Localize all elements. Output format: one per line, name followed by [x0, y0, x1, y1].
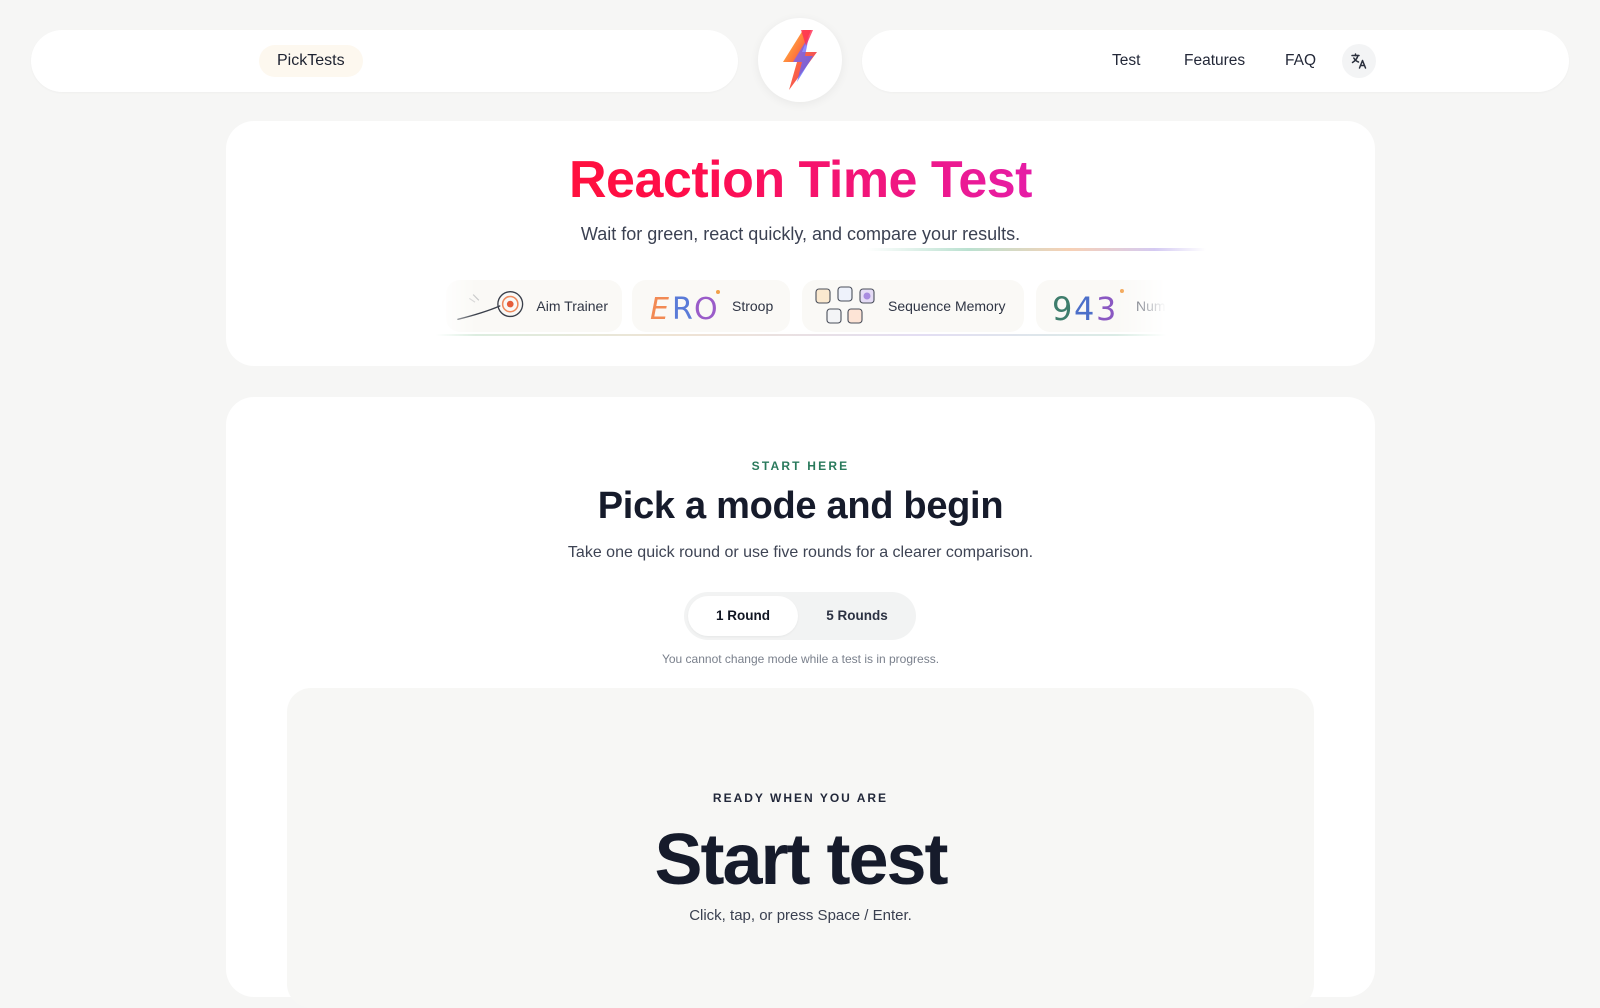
section-subtitle: Take one quick round or use five rounds …: [567, 544, 1034, 561]
header-left-bar: PickTests: [31, 30, 738, 92]
nav-link-test[interactable]: Test: [1112, 50, 1140, 72]
subtitle-underline: [866, 248, 1206, 251]
logo[interactable]: [758, 18, 842, 102]
number-icon: 9 4 3: [1052, 289, 1124, 326]
mode-button-1-round[interactable]: 1 Round: [688, 596, 798, 636]
lightning-bolt-icon: [783, 30, 817, 90]
chip-label: Sequence Memory: [888, 298, 1006, 314]
nav-link-features[interactable]: Features: [1184, 50, 1245, 72]
main-nav: Test Features FAQ: [862, 30, 1569, 92]
translate-icon: [1351, 53, 1367, 69]
nav-link-faq[interactable]: FAQ: [1285, 50, 1316, 72]
svg-text:O: O: [694, 292, 718, 326]
page-subtitle: Wait for green, react quickly, and compa…: [580, 224, 1021, 244]
svg-text:9: 9: [1052, 290, 1072, 326]
site-header: PickTests Test Features FAQ: [0, 0, 1600, 110]
stroop-icon: E R O: [650, 290, 720, 326]
strip-divider: [436, 334, 1166, 336]
svg-text:R: R: [672, 292, 693, 326]
related-tests-strip[interactable]: Aim Trainer E R O Stroop Sequence Memory: [436, 276, 1166, 338]
test-kicker: READY WHEN YOU ARE: [712, 791, 889, 805]
mode-button-5-rounds[interactable]: 5 Rounds: [802, 596, 912, 636]
language-button[interactable]: [1342, 44, 1376, 78]
chip-label: Stroop: [732, 298, 774, 314]
hero-card: Reaction Time Test Wait for green, react…: [226, 121, 1375, 366]
chip-label: Numb: [1136, 298, 1166, 314]
section-kicker: START HERE: [751, 459, 850, 473]
section-title: Pick a mode and begin: [597, 485, 1004, 527]
reaction-test-area[interactable]: READY WHEN YOU ARE Start test Click, tap…: [287, 688, 1314, 1008]
start-test-hint: Click, tap, or press Space / Enter.: [689, 907, 912, 924]
brand-link[interactable]: PickTests: [259, 45, 363, 77]
related-test-number-memory[interactable]: 9 4 3 Numb: [1036, 280, 1166, 332]
svg-text:3: 3: [1096, 290, 1116, 326]
target-icon: [457, 291, 524, 320]
mode-toggle: 1 Round 5 Rounds: [684, 592, 916, 640]
svg-text:E: E: [650, 292, 669, 326]
chip-label: Aim Trainer: [536, 298, 608, 314]
related-test-sequence-memory[interactable]: Sequence Memory: [802, 280, 1024, 332]
svg-text:4: 4: [1074, 290, 1094, 326]
related-test-aim-trainer[interactable]: Aim Trainer: [446, 280, 622, 332]
start-test-label: Start test: [654, 820, 948, 900]
test-card: START HERE Pick a mode and begin Take on…: [226, 397, 1375, 1008]
grid-squares-icon: [815, 286, 875, 324]
related-test-stroop[interactable]: E R O Stroop: [632, 280, 790, 332]
header-right-bar: Test Features FAQ: [862, 30, 1569, 92]
page-title: Reaction Time Test: [226, 148, 1375, 212]
mode-note: You cannot change mode while a test is i…: [661, 652, 940, 666]
